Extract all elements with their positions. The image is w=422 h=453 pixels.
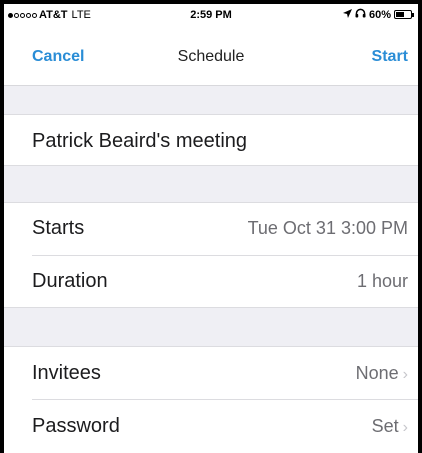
options-group: Invitees None › Password Set › <box>4 346 418 453</box>
invitees-row[interactable]: Invitees None › <box>4 346 418 399</box>
starts-value: Tue Oct 31 3:00 PM <box>247 218 408 238</box>
battery-percent: 60% <box>368 8 391 21</box>
status-right: 60% <box>342 8 414 21</box>
invitees-label: Invitees <box>32 362 101 384</box>
status-bar: AT&T LTE 2:59 PM 60% <box>4 4 418 28</box>
start-button[interactable]: Start <box>372 48 408 66</box>
starts-row[interactable]: Starts Tue Oct 31 3:00 PM <box>4 202 418 255</box>
duration-label: Duration <box>32 270 108 292</box>
password-label: Password <box>32 415 120 437</box>
navigation-bar: Cancel Schedule Start <box>4 28 418 86</box>
invitees-value-group: None › <box>356 363 408 384</box>
meeting-topic-field[interactable]: Patrick Beaird's meeting <box>4 114 418 166</box>
chevron-right-icon: › <box>402 366 408 383</box>
starts-label: Starts <box>32 217 85 239</box>
headphones-icon <box>355 8 366 21</box>
schedule-screen: AT&T LTE 2:59 PM 60% Cancel Schedule Sta… <box>4 4 418 453</box>
meeting-topic-text: Patrick Beaird's meeting <box>32 130 248 152</box>
duration-value: 1 hour <box>356 271 408 291</box>
battery-icon <box>394 10 414 19</box>
page-title: Schedule <box>177 48 245 65</box>
password-value-group: Set › <box>372 416 408 437</box>
timing-group: Starts Tue Oct 31 3:00 PM Duration 1 hou… <box>4 202 418 308</box>
password-value: Set <box>371 416 399 436</box>
invitees-value: None <box>355 363 399 383</box>
chevron-right-icon: › <box>402 419 408 436</box>
password-row[interactable]: Password Set › <box>4 399 418 452</box>
location-arrow-icon <box>342 8 352 21</box>
duration-row[interactable]: Duration 1 hour <box>4 255 418 308</box>
